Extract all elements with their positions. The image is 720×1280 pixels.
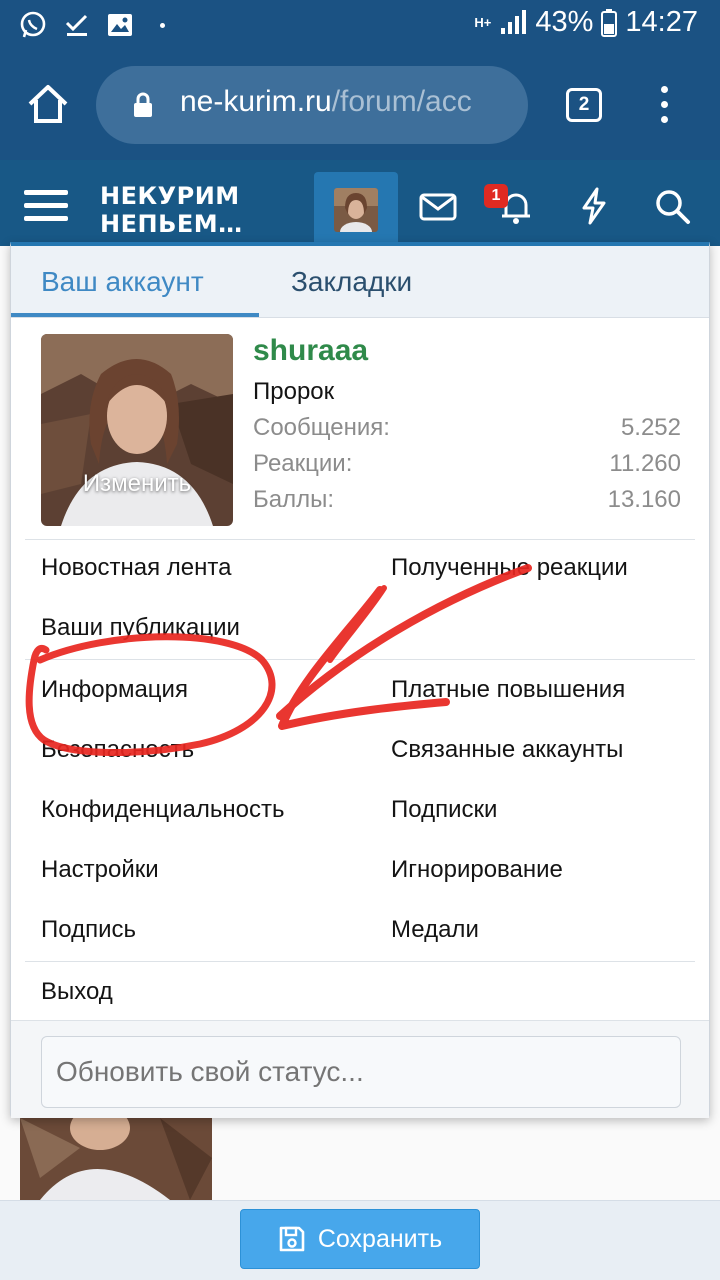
home-icon[interactable] bbox=[26, 82, 70, 126]
check-list-icon bbox=[65, 14, 88, 36]
tab-switcher-button[interactable]: 2 bbox=[566, 88, 602, 122]
stat-value: 13.160 bbox=[607, 486, 681, 513]
url-path: /forum/acc bbox=[331, 85, 472, 118]
whatsapp-icon bbox=[20, 11, 46, 38]
menu-item-news-feed[interactable]: Новостная лента bbox=[41, 554, 231, 582]
status-bar: H+ 43% 14:27 bbox=[0, 0, 720, 48]
account-menu-button[interactable] bbox=[314, 172, 398, 246]
menu-item-ignoring[interactable]: Игнорирование bbox=[391, 856, 563, 884]
page-avatar-thumbnail bbox=[20, 1118, 212, 1200]
logo-line-2: НЕПЬЕМ… bbox=[100, 210, 243, 238]
menu-item-your-content[interactable]: Ваши публикации bbox=[41, 614, 240, 642]
account-tabs: Ваш аккаунт Закладки bbox=[11, 246, 709, 318]
signal-icon bbox=[501, 9, 527, 34]
stat-messages: Сообщения: 5.252 bbox=[253, 414, 681, 442]
stat-label: Реакции: bbox=[253, 450, 353, 477]
save-bar: Сохранить bbox=[0, 1200, 720, 1280]
status-update-input[interactable] bbox=[41, 1036, 681, 1108]
floppy-disk-icon bbox=[279, 1226, 305, 1252]
url-bar[interactable]: ne-kurim.ru/forum/acc bbox=[96, 66, 528, 144]
menu-item-account-details[interactable]: Информация bbox=[41, 676, 188, 704]
logo-line-1: НЕКУРИМ bbox=[100, 182, 240, 210]
stat-points: Баллы: 13.160 bbox=[253, 486, 681, 514]
menu-item-medals[interactable]: Медали bbox=[391, 916, 479, 944]
url-host: ne-kurim.ru bbox=[180, 85, 332, 118]
active-tab-indicator bbox=[11, 313, 259, 317]
lock-icon bbox=[134, 92, 152, 117]
save-button-label: Сохранить bbox=[317, 1224, 443, 1253]
avatar-edit-label: Изменить bbox=[82, 470, 192, 497]
menu-item-preferences[interactable]: Настройки bbox=[41, 856, 159, 884]
menu-item-log-out[interactable]: Выход bbox=[41, 978, 113, 1006]
more-menu-icon[interactable] bbox=[652, 84, 676, 124]
hamburger-menu-icon[interactable] bbox=[24, 190, 68, 224]
stat-label: Баллы: bbox=[253, 486, 335, 513]
save-button[interactable]: Сохранить bbox=[240, 1209, 480, 1269]
stat-reactions: Реакции: 11.260 bbox=[253, 450, 681, 478]
menu-divider bbox=[25, 659, 695, 660]
menu-item-reactions-received[interactable]: Полученные реакции bbox=[391, 554, 628, 582]
stat-value: 5.252 bbox=[620, 414, 681, 441]
search-icon[interactable] bbox=[652, 186, 692, 226]
network-type: H+ bbox=[474, 14, 492, 30]
alerts-badge: 1 bbox=[484, 184, 508, 208]
stat-value: 11.260 bbox=[609, 450, 681, 477]
menu-item-following[interactable]: Подписки bbox=[391, 796, 497, 824]
avatar-mini bbox=[334, 188, 378, 232]
stat-label: Сообщения: bbox=[253, 414, 390, 441]
browser-toolbar: ne-kurim.ru/forum/acc 2 bbox=[0, 48, 720, 160]
battery-icon bbox=[601, 8, 618, 37]
forum-header: НЕКУРИМ НЕПЬЕМ… bbox=[0, 160, 720, 246]
user-title: Пророк bbox=[253, 378, 335, 405]
menu-item-privacy[interactable]: Конфиденциальность bbox=[41, 796, 284, 824]
menu-item-account-upgrades[interactable]: Платные повышения bbox=[391, 676, 625, 704]
battery-percent: 43% bbox=[535, 6, 594, 38]
clock: 14:27 bbox=[625, 6, 698, 38]
menu-item-signature[interactable]: Подпись bbox=[41, 916, 136, 944]
lightning-icon[interactable] bbox=[574, 186, 614, 226]
forum-logo[interactable]: НЕКУРИМ НЕПЬЕМ… bbox=[100, 182, 243, 238]
account-dropdown: Ваш аккаунт Закладки Изменить shuraaa Пр… bbox=[10, 242, 710, 1118]
image-icon bbox=[108, 14, 132, 36]
mail-icon[interactable] bbox=[418, 186, 458, 226]
tab-your-account[interactable]: Ваш аккаунт bbox=[41, 266, 204, 298]
profile-avatar[interactable]: Изменить bbox=[41, 334, 233, 526]
menu-divider bbox=[25, 539, 695, 540]
notification-dot bbox=[160, 22, 165, 28]
menu-divider bbox=[25, 961, 695, 962]
menu-item-security[interactable]: Безопасность bbox=[41, 736, 194, 764]
url-text: ne-kurim.ru/forum/acc bbox=[180, 85, 472, 119]
menu-item-connected-accounts[interactable]: Связанные аккаунты bbox=[391, 736, 623, 764]
tab-bookmarks[interactable]: Закладки bbox=[291, 266, 412, 298]
username[interactable]: shuraaa bbox=[253, 334, 368, 368]
